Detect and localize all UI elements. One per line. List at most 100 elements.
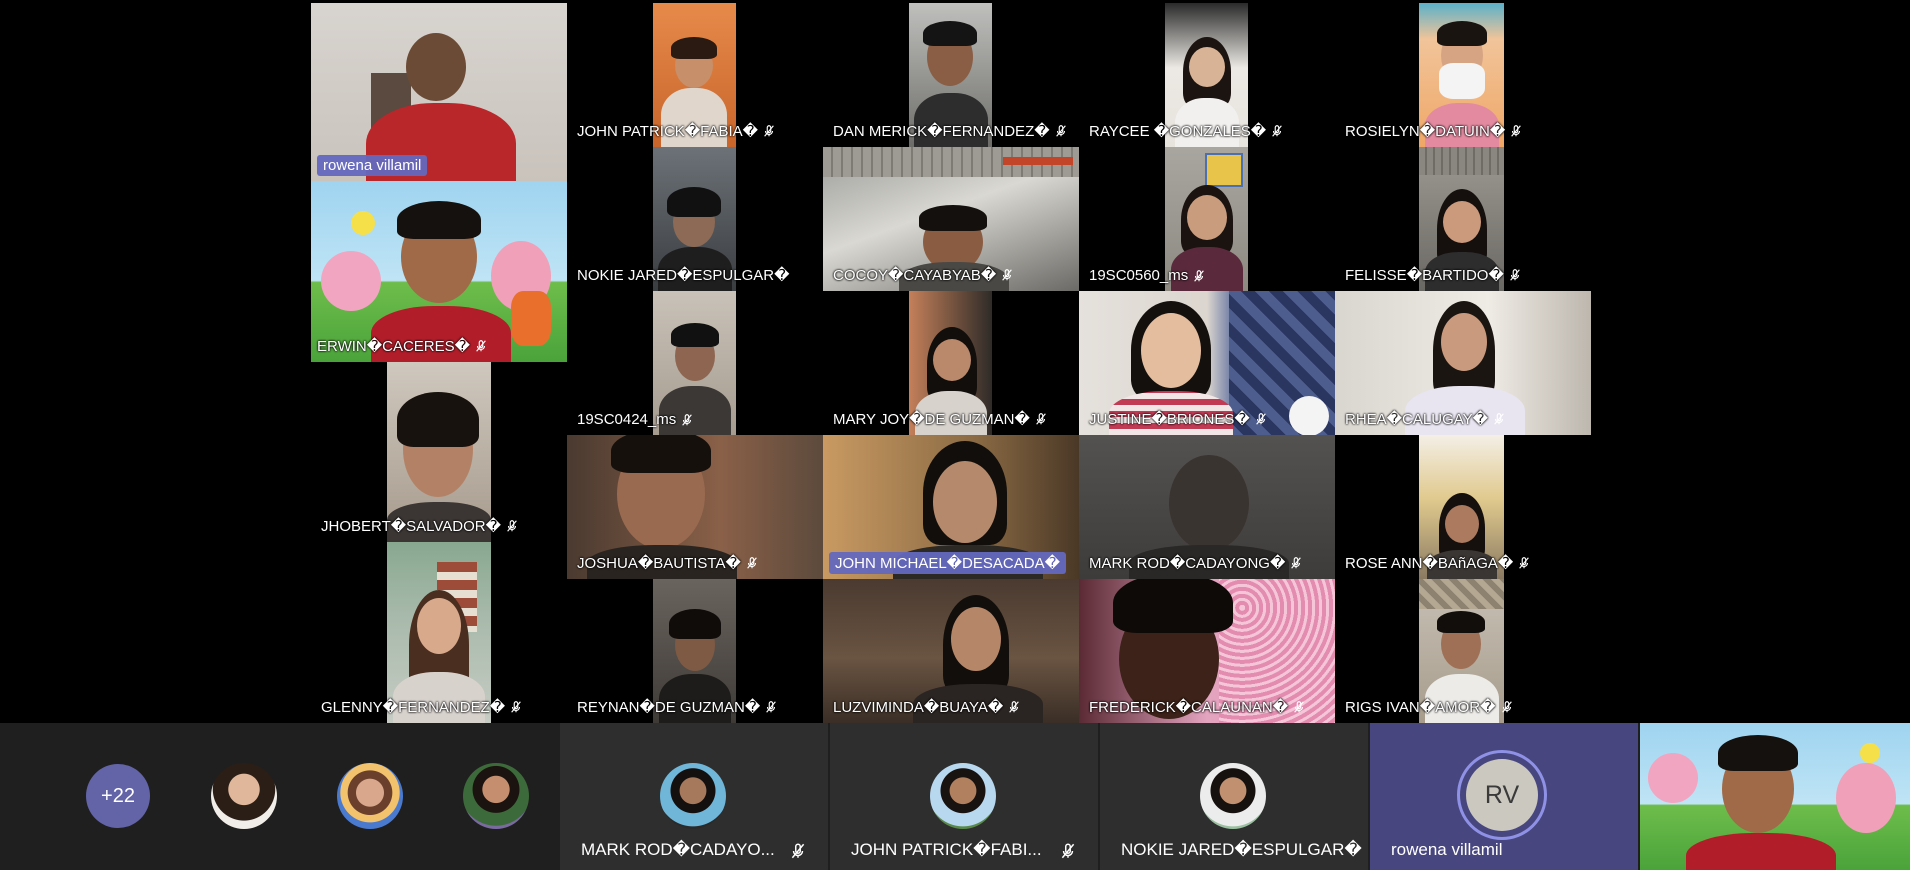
mic-off-icon — [1511, 125, 1522, 137]
participant-name: JUSTINE�BRIONES� — [1089, 411, 1250, 428]
participant-name-row: MARK ROD�CADAYONG� — [1089, 554, 1303, 572]
participant-tile-nokie-jared[interactable]: NOKIE JARED�ESPULGAR� — [567, 147, 823, 291]
participant-tile-glenny[interactable]: GLENNY�FERNANDEZ� — [311, 542, 567, 723]
participant-name: JOHN PATRICK�FABI... — [851, 840, 1042, 859]
participant-name: FREDERICK�CALAUNAN� — [1089, 699, 1289, 716]
participant-tile-rosielyn[interactable]: ROSIELYN�DATUIN� — [1335, 3, 1591, 147]
mic-off-icon — [1009, 701, 1020, 713]
participant-tile-luzviminda[interactable]: LUZVIMINDA�BUAYA� — [823, 579, 1079, 723]
participant-name-row: ERWIN�CACERES� — [317, 337, 488, 355]
participant-name: GLENNY�FERNANDEZ� — [321, 699, 506, 716]
mic-off-icon — [1061, 843, 1075, 859]
avatar[interactable] — [337, 763, 403, 829]
participant-tile-felisse[interactable]: FELISSE�BARTIDO� — [1335, 147, 1591, 291]
self-view-tile[interactable] — [1640, 723, 1910, 870]
participant-name-row: RAYCEE �GONZALES� — [1089, 122, 1284, 140]
participant-name: 19SC0560_ms — [1089, 267, 1189, 284]
mic-off-icon — [766, 701, 777, 713]
initials-avatar: RV — [1466, 759, 1538, 831]
participant-name-row: 19SC0424_ms — [577, 411, 694, 428]
mic-off-icon — [1510, 269, 1520, 281]
participant-tile-rowena-villamil[interactable]: rowena villamil — [311, 3, 567, 181]
mic-off-icon — [682, 413, 693, 426]
participant-tile-john-michael[interactable]: JOHN MICHAEL�DESACADA� — [823, 435, 1079, 579]
participant-tile-rhea[interactable]: RHEA�CALUGAY� — [1335, 291, 1591, 435]
participant-name: ROSIELYN�DATUIN� — [1345, 123, 1506, 140]
participant-name: NOKIE JARED�ESPULGAR� — [1121, 840, 1362, 859]
mic-off-icon — [1255, 413, 1266, 425]
participant-name-row: LUZVIMINDA�BUAYA� — [833, 698, 1021, 716]
participant-name: JOHN MICHAEL�DESACADA� — [829, 552, 1066, 574]
participant-name: REYNAN�DE GUZMAN� — [577, 699, 761, 716]
participant-name: DAN MERICK�FERNANDEZ� — [833, 123, 1050, 140]
participant-tile-mark-rod[interactable]: MARK ROD�CADAYONG� — [1079, 435, 1335, 579]
participant-tile-19sc0560[interactable]: 19SC0560_ms — [1079, 147, 1335, 291]
avatar[interactable] — [463, 763, 529, 829]
mic-off-icon — [507, 520, 517, 532]
strip-participant-mark-rod[interactable]: MARK ROD�CADAYO... — [560, 723, 828, 870]
avatar — [660, 763, 726, 829]
participant-name-row: FELISSE�BARTIDO� — [1345, 266, 1522, 284]
participant-name: ROSE ANN�BAñAGA� — [1345, 555, 1514, 572]
participant-name: ERWIN�CACERES� — [317, 338, 471, 355]
participant-name: MARY JOY�DE GUZMAN� — [833, 411, 1030, 428]
participant-tile-cocoy[interactable]: COCOY�CAYABYAB� — [823, 147, 1079, 291]
participant-name-row: GLENNY�FERNANDEZ� — [321, 698, 523, 716]
participant-tile-erwin[interactable]: ERWIN�CACERES� — [311, 181, 567, 362]
participant-name-row: JUSTINE�BRIONES� — [1089, 410, 1268, 428]
participant-tile-19sc0424[interactable]: 19SC0424_ms — [567, 291, 823, 435]
participant-name: JOHN PATRICK�FABIA� — [577, 123, 759, 140]
participant-name: RHEA�CALUGAY� — [1345, 411, 1489, 428]
participant-tile-rigs-ivan[interactable]: RIGS IVAN�AMOR� — [1335, 579, 1591, 723]
participant-name: rowena villamil — [317, 155, 428, 176]
participant-name-row: NOKIE JARED�ESPULGAR� — [577, 266, 789, 284]
participant-name-row: RHEA�CALUGAY� — [1345, 410, 1506, 428]
participant-name-row: ROSIELYN�DATUIN� — [1345, 122, 1523, 140]
participant-tile-raycee[interactable]: RAYCEE �GONZALES� — [1079, 3, 1335, 147]
participant-tile-john-patrick[interactable]: JOHN PATRICK�FABIA� — [567, 3, 823, 147]
participant-name-row: COCOY�CAYABYAB� — [833, 266, 1014, 284]
strip-participant-nokie-jared[interactable]: NOKIE JARED�ESPULGAR� — [1100, 723, 1368, 870]
participant-name: RAYCEE �GONZALES� — [1089, 123, 1267, 140]
participant-name-row: MARY JOY�DE GUZMAN� — [833, 410, 1048, 428]
mic-off-icon — [1194, 269, 1205, 282]
mic-off-icon — [1294, 701, 1304, 713]
participant-name-row: RIGS IVAN�AMOR� — [1345, 698, 1514, 716]
participant-name-row: JOHN PATRICK�FABIA� — [577, 122, 776, 140]
participant-strip: +22 MARK ROD�CADAYO... JOHN PATRICK�FABI… — [0, 723, 1910, 870]
mic-off-icon — [1501, 701, 1512, 713]
participant-tile-frederick[interactable]: FREDERICK�CALAUNAN� — [1079, 579, 1335, 723]
participant-tile-justine[interactable]: JUSTINE�BRIONES� — [1079, 291, 1335, 435]
avatar — [930, 763, 996, 829]
strip-participant-john-patrick[interactable]: JOHN PATRICK�FABI... — [830, 723, 1098, 870]
strip-participant-rowena-villamil[interactable]: RV rowena villamil — [1370, 723, 1638, 870]
participant-name-row: FREDERICK�CALAUNAN� — [1089, 698, 1306, 716]
participant-name: LUZVIMINDA�BUAYA� — [833, 699, 1004, 716]
mic-off-icon — [747, 557, 757, 569]
participant-name: JHOBERT�SALVADOR� — [321, 518, 501, 535]
mic-off-icon — [511, 701, 521, 713]
participant-name-row: REYNAN�DE GUZMAN� — [577, 698, 778, 716]
mic-off-icon — [1291, 557, 1302, 569]
participant-tile-joshua[interactable]: JOSHUA�BAUTISTA� — [567, 435, 823, 579]
participant-tile-reynan[interactable]: REYNAN�DE GUZMAN� — [567, 579, 823, 723]
participant-name: MARK ROD�CADAYONG� — [1089, 555, 1286, 572]
mic-off-icon — [1272, 125, 1282, 137]
mic-off-icon — [1519, 557, 1530, 569]
avatar[interactable] — [211, 763, 277, 829]
participant-name: NOKIE JARED�ESPULGAR� — [577, 267, 790, 284]
mic-off-icon — [1002, 269, 1013, 281]
participant-name-row: JHOBERT�SALVADOR� — [321, 517, 519, 535]
mic-off-icon — [1036, 413, 1046, 425]
mic-off-icon — [1494, 413, 1504, 425]
participant-name: RIGS IVAN�AMOR� — [1345, 699, 1496, 716]
participant-tile-rose-ann[interactable]: ROSE ANN�BAñAGA� — [1335, 435, 1591, 579]
mic-off-icon — [791, 843, 805, 859]
participant-name-row: DAN MERICK�FERNANDEZ� — [833, 122, 1068, 140]
participant-tile-mary-joy[interactable]: MARY JOY�DE GUZMAN� — [823, 291, 1079, 435]
participant-tile-jhobert[interactable]: JHOBERT�SALVADOR� — [311, 362, 567, 542]
more-participants-button[interactable]: +22 — [86, 764, 150, 828]
participant-name-row: ROSE ANN�BAñAGA� — [1345, 554, 1531, 572]
participant-name: rowena villamil — [1391, 840, 1503, 859]
participant-tile-dan-merick[interactable]: DAN MERICK�FERNANDEZ� — [823, 3, 1079, 147]
